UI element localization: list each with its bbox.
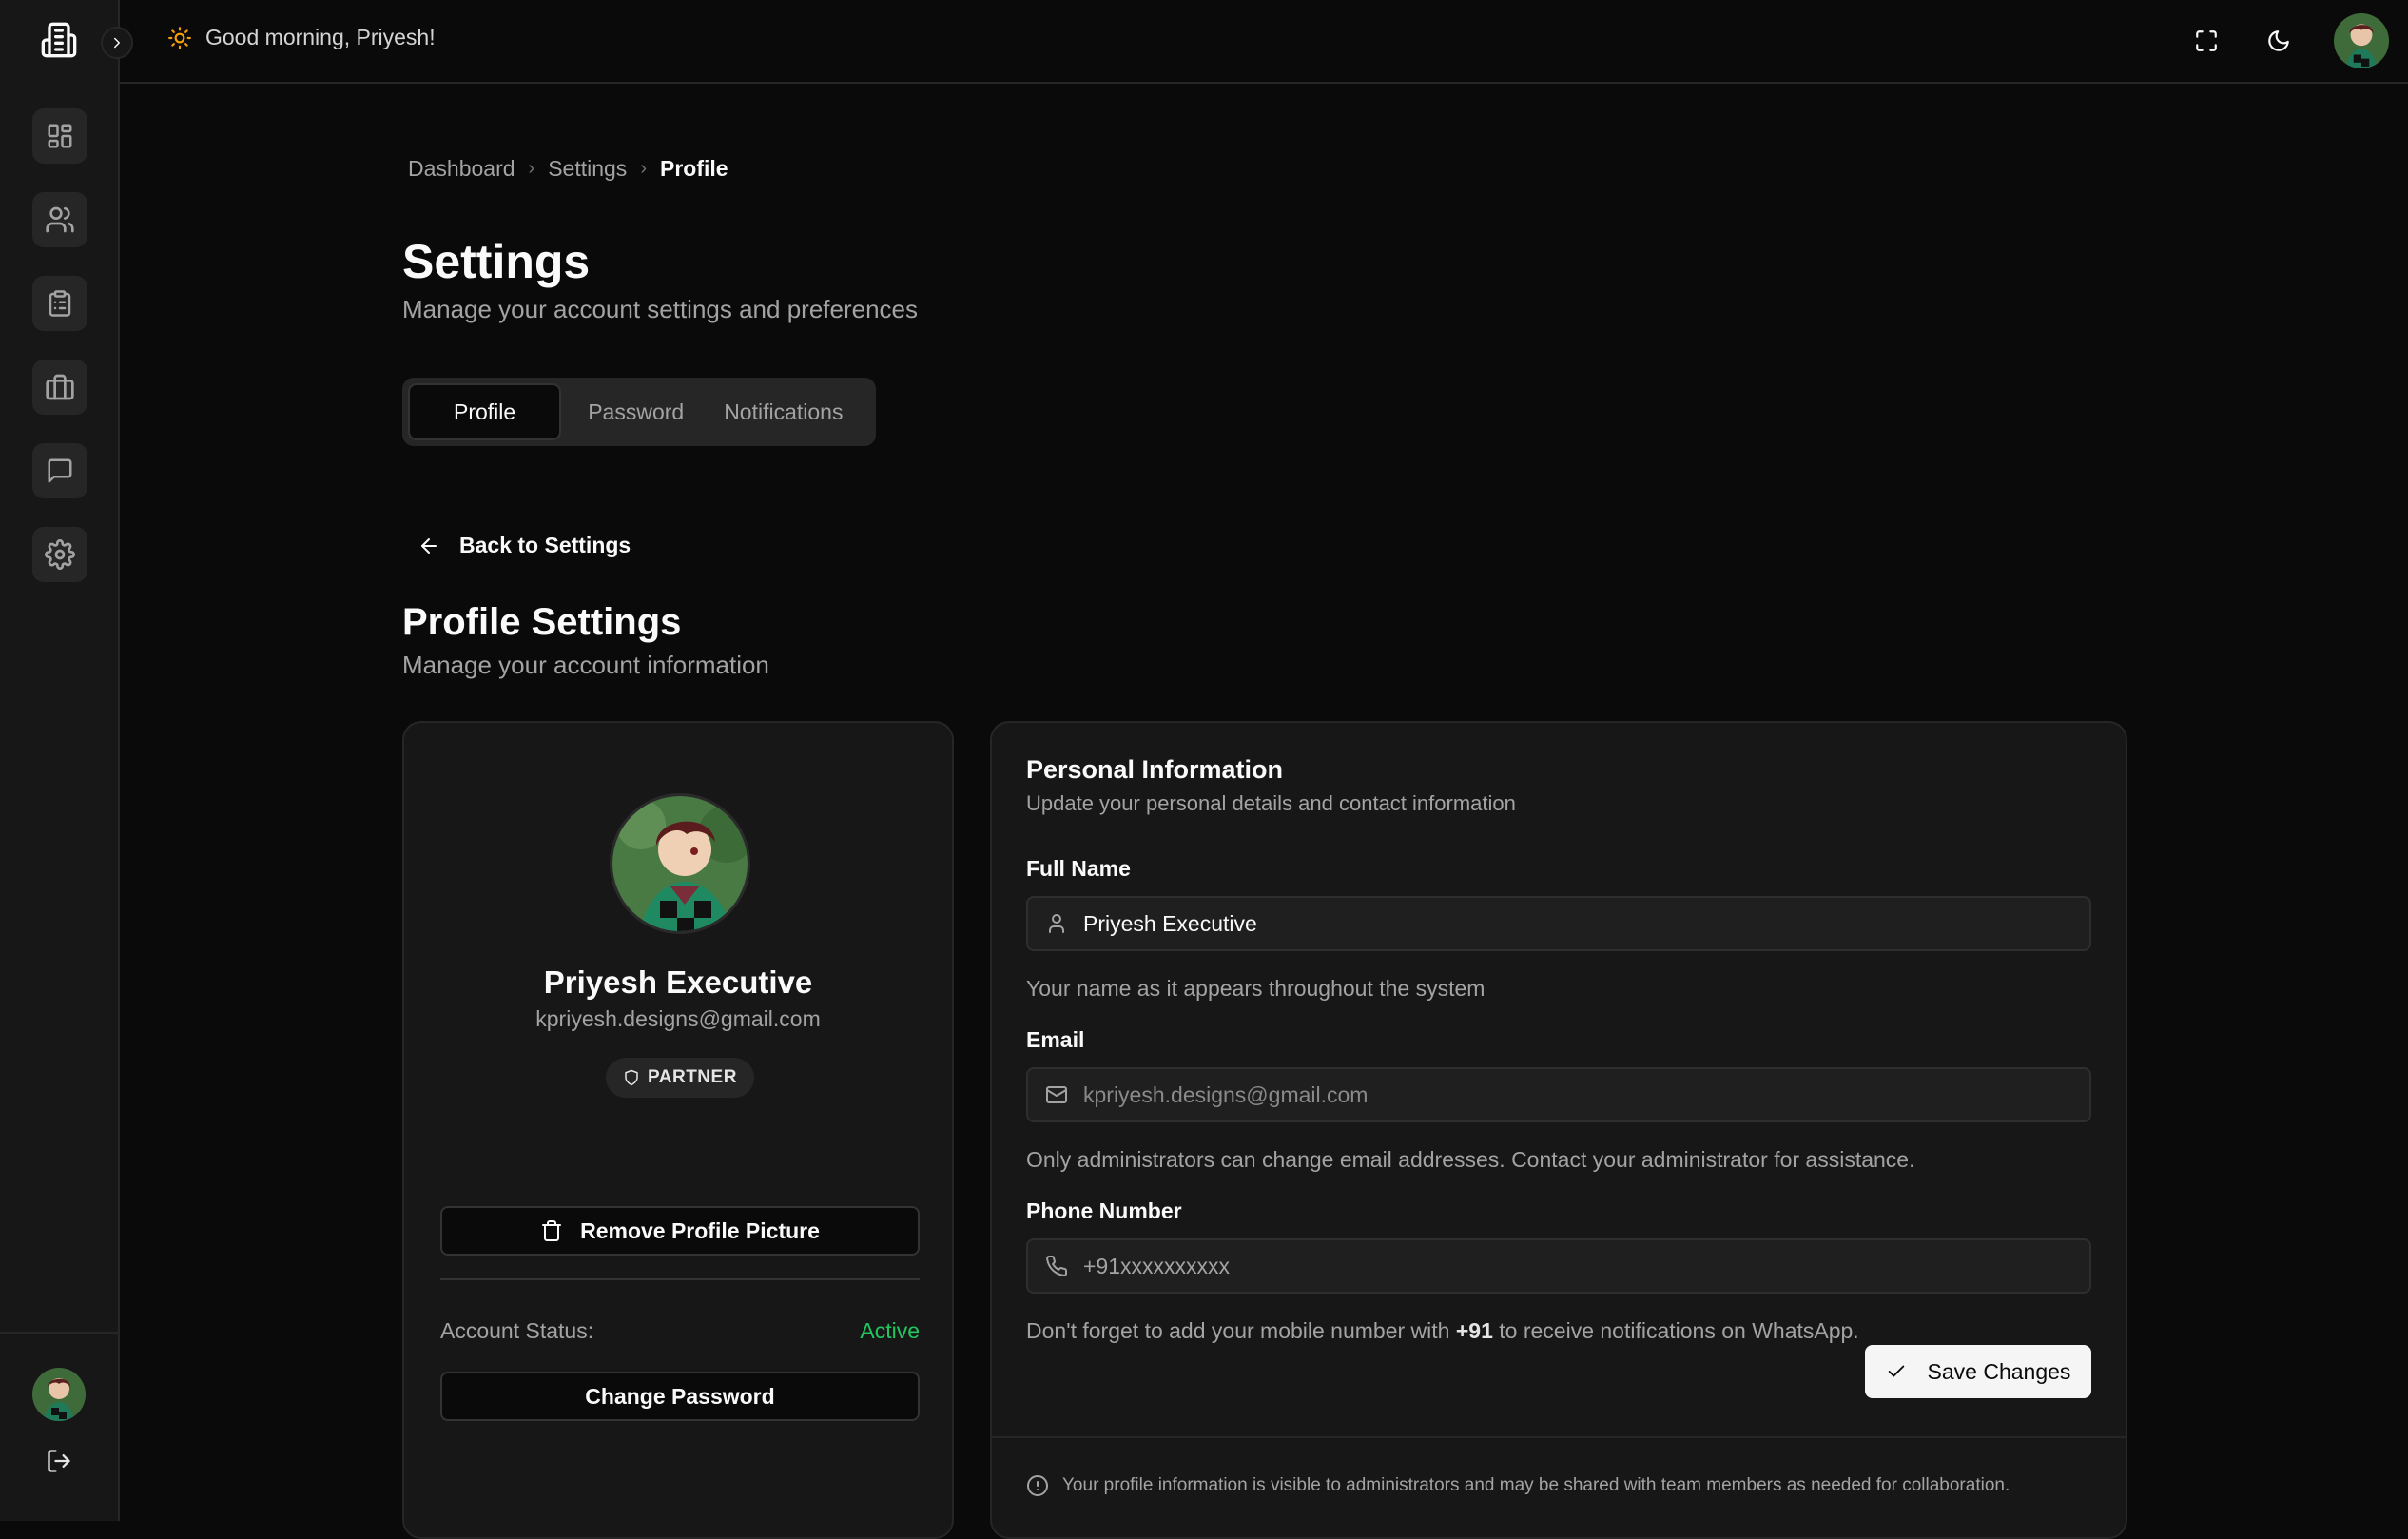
change-password-button[interactable]: Change Password [440,1372,920,1421]
full-name-input[interactable] [1083,910,2089,937]
tab-notifications[interactable]: Notifications [697,383,856,440]
greeting-text: Good morning, Priyesh! [205,25,436,49]
profile-card: Priyesh Executive kpriyesh.designs@gmail… [402,721,954,1539]
breadcrumb: Dashboard › Settings › Profile [408,156,728,182]
sidebar-item-settings[interactable] [32,527,87,582]
remove-profile-picture-button[interactable]: Remove Profile Picture [440,1206,920,1256]
visibility-note: Your profile information is visible to a… [1026,1474,2010,1497]
sidebar-expand-button[interactable] [101,27,133,59]
visibility-note-text: Your profile information is visible to a… [1062,1475,2010,1495]
sidebar-item-projects[interactable] [32,360,87,415]
section-title: Profile Settings [402,601,682,643]
tab-password[interactable]: Password [561,383,697,440]
email-input [1083,1081,2089,1108]
personal-info-title: Personal Information [1026,755,1284,784]
change-password-label: Change Password [585,1383,775,1409]
info-icon [1027,1475,1048,1496]
building-logo-icon[interactable] [40,21,78,59]
greeting: Good morning, Priyesh! [167,25,436,50]
settings-tabs: Profile Password Notifications [402,378,876,446]
breadcrumb-dashboard[interactable]: Dashboard [408,156,515,182]
phone-input[interactable] [1083,1253,2089,1279]
message-icon [48,458,72,483]
phone-hint: Don't forget to add your mobile number w… [1026,1318,1859,1344]
save-changes-label: Save Changes [1927,1358,2071,1384]
role-badge-label: PARTNER [648,1067,737,1087]
tab-profile[interactable]: Profile [408,383,562,440]
mail-icon [1046,1086,1067,1103]
sidebar [0,0,120,1521]
briefcase-icon [46,374,74,400]
breadcrumb-separator: › [528,158,535,179]
phone-hint-suffix: to receive notifications on WhatsApp. [1492,1318,1859,1343]
personal-info-subtitle: Update your personal details and contact… [1026,791,1516,815]
trash-icon [542,1220,562,1241]
sidebar-item-dashboard[interactable] [32,108,87,164]
sidebar-item-messages[interactable] [32,443,87,498]
back-label: Back to Settings [459,533,631,557]
sidebar-nav [32,108,87,611]
page-title: Settings [402,235,591,288]
users-icon [46,206,74,233]
sun-icon [168,26,191,49]
header-actions [2189,13,2389,68]
breadcrumb-profile: Profile [659,156,728,181]
sidebar-item-tasks[interactable] [32,276,87,331]
fullscreen-icon [2196,30,2217,51]
email-label: Email [1026,1027,1085,1052]
phone-icon [1046,1256,1068,1276]
personal-info-footer: Your profile information is visible to a… [992,1436,2126,1539]
full-name-label: Full Name [1026,856,1131,881]
settings-icon [45,539,75,570]
sidebar-footer [0,1332,118,1521]
dashboard-icon [48,124,72,148]
avatar[interactable] [32,1368,86,1421]
sidebar-item-users[interactable] [32,192,87,247]
chevron-right-icon [114,37,120,49]
phone-field [1026,1238,2091,1294]
role-badge: PARTNER [606,1058,754,1098]
remove-picture-label: Remove Profile Picture [580,1218,820,1243]
back-to-settings-link[interactable]: Back to Settings [418,533,631,558]
top-header: Good morning, Priyesh! [120,0,2408,84]
account-status-value: Active [860,1318,920,1343]
divider [440,1278,920,1280]
breadcrumb-settings[interactable]: Settings [548,156,627,182]
account-status-label: Account Status: [440,1318,594,1343]
shield-icon [625,1069,638,1086]
full-name-field [1026,896,2091,951]
phone-hint-code: +91 [1455,1318,1493,1343]
save-changes-button[interactable]: Save Changes [1865,1345,2091,1398]
phone-hint-prefix: Don't forget to add your mobile number w… [1026,1318,1456,1343]
email-field [1026,1067,2091,1122]
arrow-left-icon [421,537,437,554]
logout-icon[interactable] [46,1448,72,1474]
full-name-hint: Your name as it appears throughout the s… [1026,976,1486,1001]
profile-avatar [610,793,750,934]
profile-name: Priyesh Executive [543,964,813,1000]
personal-info-card: Personal Information Update your persona… [990,721,2127,1539]
user-avatar[interactable] [2334,13,2389,68]
breadcrumb-separator: › [640,158,647,179]
page-subtitle: Manage your account settings and prefere… [402,295,919,323]
phone-label: Phone Number [1026,1198,1182,1223]
theme-toggle-button[interactable] [2262,24,2296,58]
account-status-row: Account Status: Active [440,1318,920,1344]
fullscreen-button[interactable] [2189,24,2224,58]
check-icon [1888,1365,1904,1377]
section-subtitle: Manage your account information [402,651,769,679]
clipboard-icon [49,290,71,317]
moon-icon [2268,30,2289,51]
user-icon [1049,914,1064,933]
email-hint: Only administrators can change email add… [1026,1147,1915,1172]
profile-email: kpriyesh.designs@gmail.com [535,1006,821,1031]
